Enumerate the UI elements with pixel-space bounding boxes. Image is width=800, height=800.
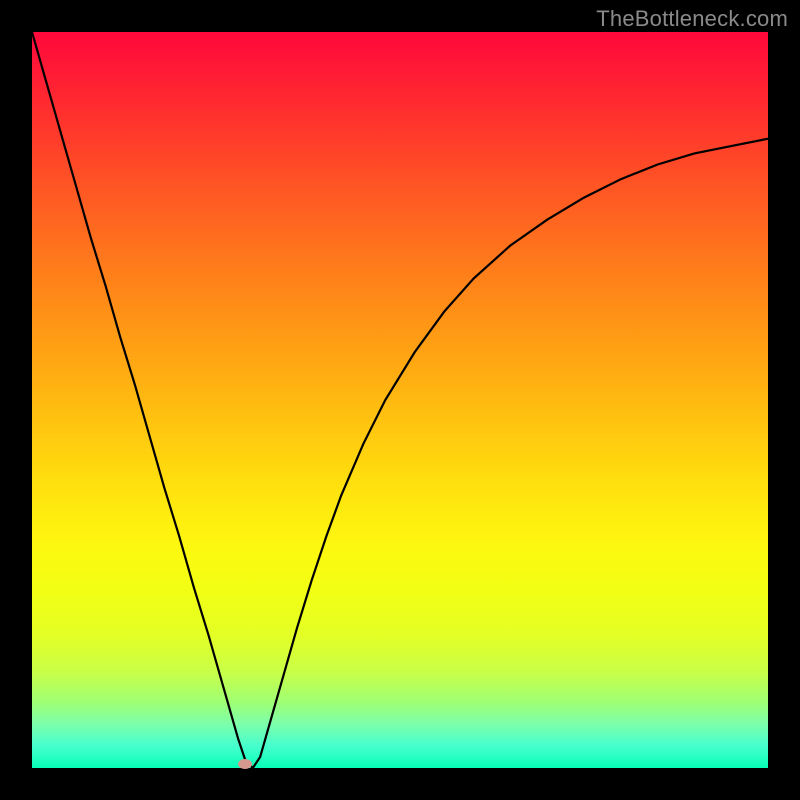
bottleneck-curve [32,32,768,768]
minimum-marker [238,759,252,769]
curve-path [32,32,768,768]
chart-frame: TheBottleneck.com [0,0,800,800]
plot-area [32,32,768,768]
watermark-text: TheBottleneck.com [596,6,788,32]
